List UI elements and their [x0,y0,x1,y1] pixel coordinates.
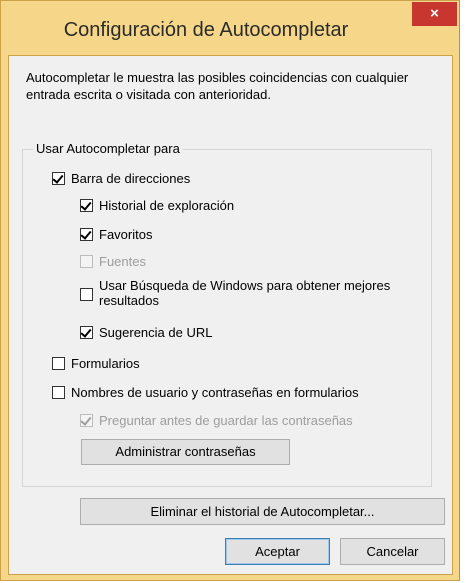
checkbox-label: Preguntar antes de guardar las contraseñ… [99,413,353,428]
checkbox-box[interactable] [52,386,65,399]
group-legend: Usar Autocompletar para [33,141,183,156]
checkbox-box [80,255,93,268]
checkbox-box[interactable] [80,228,93,241]
checkbox-box[interactable] [52,357,65,370]
window-title: Configuración de Autocompletar [63,19,349,41]
checkbox-box [80,414,93,427]
checkmark-icon [80,228,92,240]
checkbox-label: Barra de direcciones [71,171,191,186]
checkbox-box[interactable] [80,288,93,301]
checkbox-label: Fuentes [99,254,146,269]
checkbox-label: Sugerencia de URL [99,325,213,340]
close-icon: × [430,5,439,22]
checkbox-box[interactable] [80,326,93,339]
manage-passwords-button[interactable]: Administrar contraseñas [81,439,290,465]
checkmark-icon [52,172,64,184]
close-button[interactable]: × [412,2,457,26]
checkmark-icon [80,414,92,426]
checkmark-icon [80,326,92,338]
checkbox-label: Nombres de usuario y contraseñas en form… [71,385,359,400]
checkmark-icon [80,199,92,211]
description-text: Autocompletar le muestra las posibles co… [26,70,409,102]
checkbox-box[interactable] [52,172,65,185]
checkbox-label: Favoritos [99,227,153,242]
checkbox-label: Historial de exploración [99,198,235,213]
accept-button[interactable]: Aceptar [225,538,330,565]
delete-history-button[interactable]: Eliminar el historial de Autocompletar..… [80,498,445,525]
checkbox-box[interactable] [80,199,93,212]
checkbox-label: Formularios [71,356,140,371]
checkbox-label: Usar Búsqueda de Windows para obtener me… [99,278,391,308]
cancel-button[interactable]: Cancelar [340,538,445,565]
